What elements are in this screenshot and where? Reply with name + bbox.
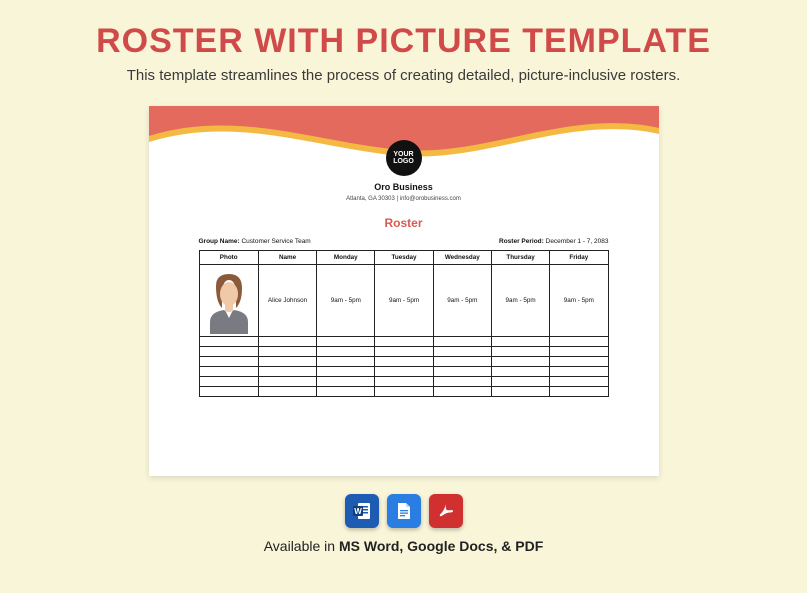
page-title: ROSTER WITH PICTURE TEMPLATE	[0, 0, 807, 61]
employee-photo	[199, 265, 258, 337]
business-address: Atlanta, GA 30303 | info@orobusiness.com	[149, 196, 659, 202]
format-icons: W	[0, 494, 807, 528]
avatar-illustration	[206, 268, 252, 334]
cell-monday: 9am - 5pm	[317, 265, 375, 337]
roster-table: Photo Name Monday Tuesday Wednesday Thur…	[199, 250, 609, 397]
available-in-line: Available in MS Word, Google Docs, & PDF	[0, 538, 807, 554]
col-thursday: Thursday	[491, 251, 549, 265]
table-row	[199, 367, 608, 377]
roster-period-label: Roster Period:	[499, 238, 544, 245]
group-name-value: Customer Service Team	[241, 238, 310, 245]
available-formats: MS Word, Google Docs, & PDF	[339, 538, 543, 554]
roster-period-value: December 1 - 7, 2083	[546, 238, 609, 245]
group-name-label: Group Name:	[199, 238, 240, 245]
table-row	[199, 347, 608, 357]
google-docs-icon[interactable]	[387, 494, 421, 528]
roster-meta: Group Name: Customer Service Team Roster…	[199, 238, 609, 245]
group-name: Group Name: Customer Service Team	[199, 238, 311, 245]
col-tuesday: Tuesday	[375, 251, 433, 265]
page-subtitle: This template streamlines the process of…	[0, 67, 807, 84]
cell-thursday: 9am - 5pm	[491, 265, 549, 337]
business-name: Oro Business	[149, 182, 659, 192]
col-name: Name	[258, 251, 316, 265]
col-monday: Monday	[317, 251, 375, 265]
table-row	[199, 357, 608, 367]
svg-text:W: W	[354, 507, 362, 516]
table-header-row: Photo Name Monday Tuesday Wednesday Thur…	[199, 251, 608, 265]
document-preview: YOUR LOGO Oro Business Atlanta, GA 30303…	[149, 106, 659, 476]
cell-tuesday: 9am - 5pm	[375, 265, 433, 337]
table-row	[199, 387, 608, 397]
table-row: Alice Johnson 9am - 5pm 9am - 5pm 9am - …	[199, 265, 608, 337]
logo-text: YOUR LOGO	[386, 151, 422, 165]
table-row	[199, 337, 608, 347]
roster-heading: Roster	[149, 216, 659, 230]
cell-friday: 9am - 5pm	[550, 265, 608, 337]
pdf-icon[interactable]	[429, 494, 463, 528]
ms-word-icon[interactable]: W	[345, 494, 379, 528]
employee-name: Alice Johnson	[258, 265, 316, 337]
roster-period: Roster Period: December 1 - 7, 2083	[499, 238, 608, 245]
table-row	[199, 377, 608, 387]
available-prefix: Available in	[264, 538, 339, 554]
logo-placeholder: YOUR LOGO	[386, 140, 422, 176]
col-friday: Friday	[550, 251, 608, 265]
col-wednesday: Wednesday	[433, 251, 491, 265]
col-photo: Photo	[199, 251, 258, 265]
cell-wednesday: 9am - 5pm	[433, 265, 491, 337]
